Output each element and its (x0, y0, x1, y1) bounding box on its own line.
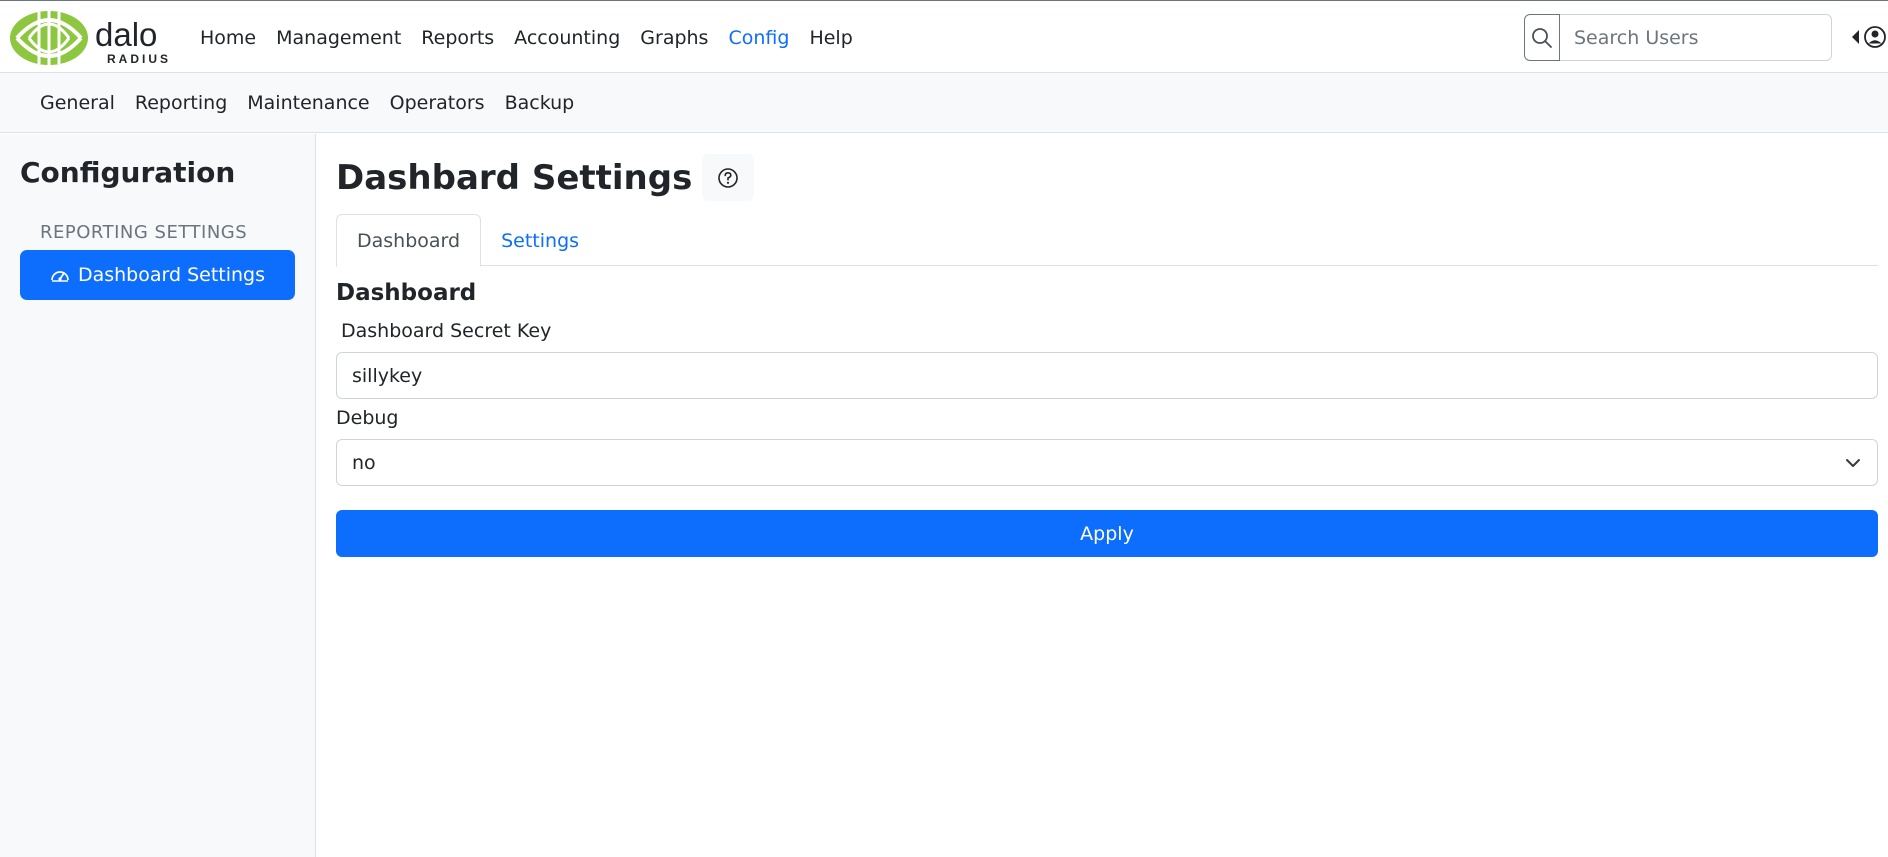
search-icon (1532, 27, 1552, 48)
chevron-down-icon (1846, 459, 1860, 467)
subnav-reporting[interactable]: Reporting (125, 92, 237, 114)
debug-selected-value: no (352, 451, 376, 474)
section-title: Dashboard (336, 280, 477, 306)
page-title: Dashbard Settings (336, 157, 693, 198)
subnav-general[interactable]: General (30, 92, 125, 114)
nav-reports[interactable]: Reports (411, 27, 504, 49)
logo-text-top: dalo (95, 16, 157, 53)
sub-navbar: General Reporting Maintenance Operators … (0, 73, 1888, 133)
subnav-backup[interactable]: Backup (495, 92, 585, 114)
secret-key-label: Dashboard Secret Key (341, 320, 552, 342)
tab-bar: Dashboard Settings (336, 214, 1878, 267)
daloradius-logo[interactable]: dalo RADIUS (9, 10, 181, 66)
secret-key-value: sillykey (352, 364, 423, 387)
title-row: Dashbard Settings (336, 154, 755, 201)
caret-left-icon (1852, 30, 1859, 44)
question-circle-icon (718, 167, 739, 188)
user-circle-icon (1864, 26, 1886, 48)
user-menu[interactable] (1852, 26, 1886, 48)
debug-label: Debug (336, 407, 399, 429)
search-button[interactable] (1524, 14, 1560, 61)
nav-help[interactable]: Help (799, 27, 862, 49)
apply-button[interactable]: Apply (336, 510, 1878, 557)
sidebar-section-heading: REPORTING SETTINGS (40, 222, 248, 243)
sidebar-item-label: Dashboard Settings (77, 264, 266, 286)
nav-config[interactable]: Config (718, 27, 799, 49)
sidebar-item-dashboard-settings[interactable]: Dashboard Settings (20, 250, 295, 300)
secret-key-field[interactable]: sillykey (336, 352, 1878, 399)
sidebar: Configuration REPORTING SETTINGS Dashboa… (0, 134, 316, 857)
logo-text-bottom: RADIUS (107, 52, 171, 66)
main-nav: Home Management Reports Accounting Graph… (190, 1, 863, 74)
search-users (1524, 14, 1832, 61)
debug-select[interactable]: no (336, 439, 1878, 486)
help-button[interactable] (702, 154, 755, 201)
nav-graphs[interactable]: Graphs (630, 27, 718, 49)
speedometer-icon (51, 271, 69, 282)
tab-settings[interactable]: Settings (481, 214, 599, 267)
sidebar-title: Configuration (20, 156, 236, 189)
subnav-operators[interactable]: Operators (380, 92, 495, 114)
nav-management[interactable]: Management (266, 27, 411, 49)
nav-home[interactable]: Home (190, 27, 266, 49)
search-input[interactable] (1560, 14, 1832, 61)
nav-accounting[interactable]: Accounting (504, 27, 630, 49)
tab-dashboard[interactable]: Dashboard (336, 214, 482, 267)
logo-graphic: dalo RADIUS (10, 11, 171, 66)
top-navbar: dalo RADIUS Home Management Reports Acco… (0, 0, 1888, 73)
subnav-maintenance[interactable]: Maintenance (237, 92, 379, 114)
